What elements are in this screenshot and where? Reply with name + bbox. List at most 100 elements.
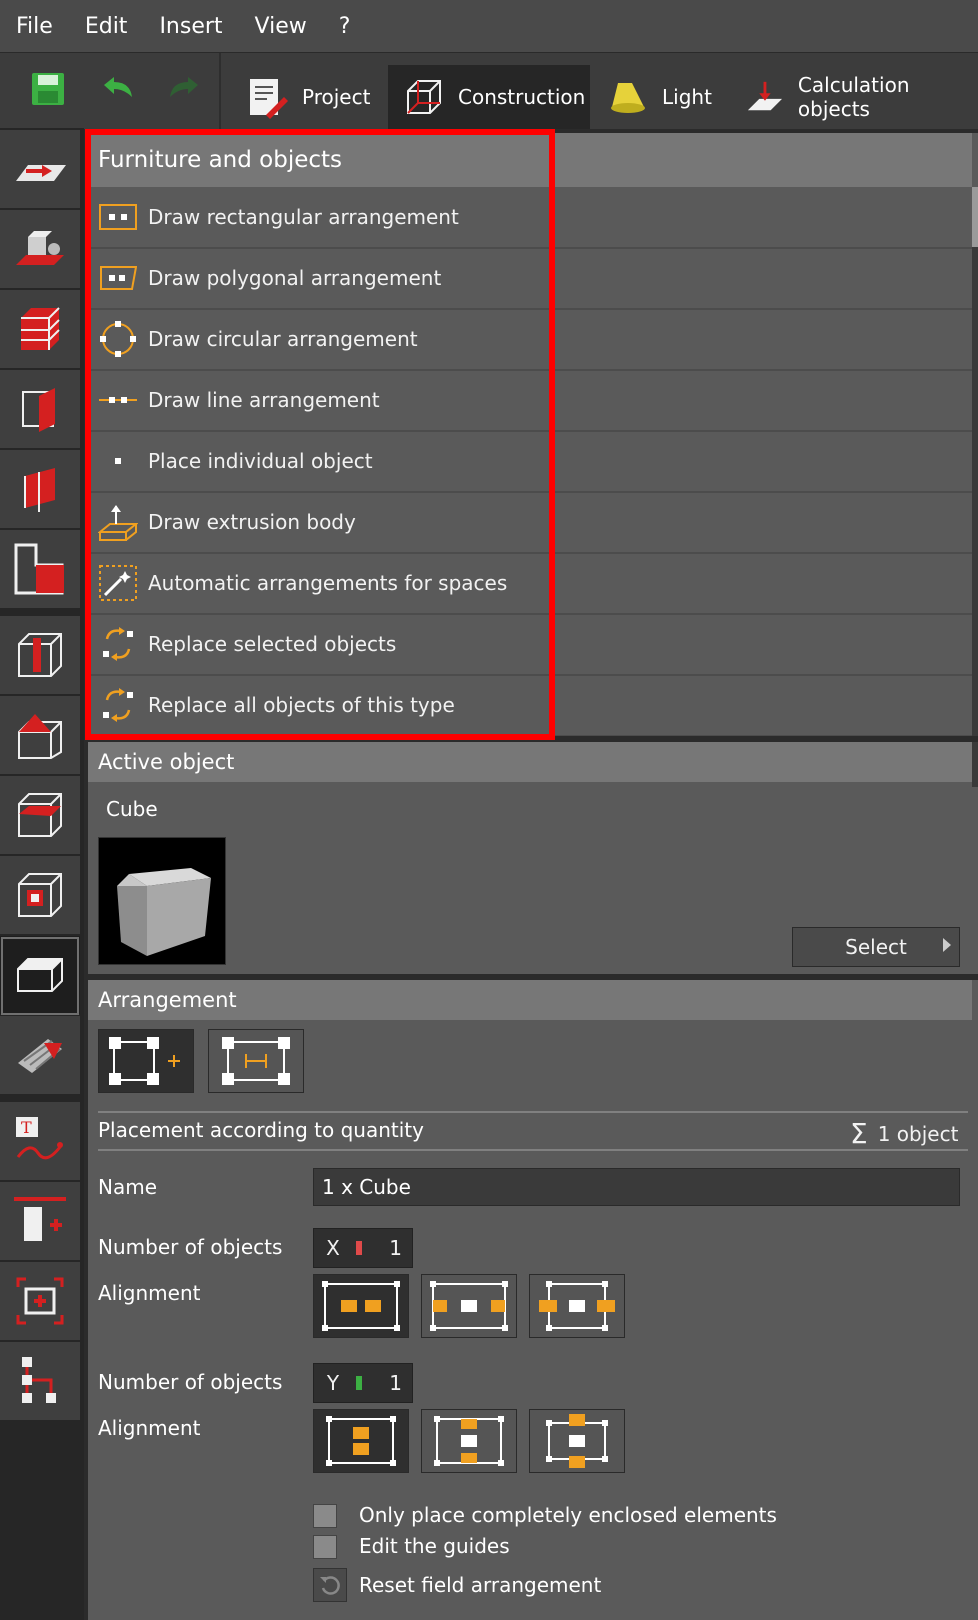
list-item-automatic-arrangements[interactable]: Automatic arrangements for spaces xyxy=(88,553,972,615)
divider xyxy=(98,1111,968,1113)
reset-field-button[interactable] xyxy=(313,1568,347,1602)
reset-field-label: Reset field arrangement xyxy=(359,1573,602,1597)
sidebar-window-button[interactable] xyxy=(0,856,80,936)
text-line-icon: T xyxy=(16,1117,63,1160)
tab-construction-label: Construction xyxy=(458,85,586,109)
align-y-center-button[interactable] xyxy=(313,1409,409,1473)
sidebar-furniture-button[interactable] xyxy=(0,936,80,1016)
list-scrollbar-thumb[interactable] xyxy=(972,187,978,247)
sidebar-objects-button[interactable] xyxy=(0,210,80,290)
project-icon xyxy=(250,79,288,119)
y-axis-indicator xyxy=(356,1376,362,1390)
align-overlap-icon xyxy=(539,1281,615,1331)
name-input[interactable]: 1 x Cube xyxy=(313,1168,960,1206)
select-button[interactable]: Select xyxy=(792,927,960,967)
y-axis-label: Y xyxy=(326,1371,340,1395)
list-item-replace-all[interactable]: Replace all objects of this type xyxy=(88,675,972,737)
sidebar-insert-button[interactable] xyxy=(0,1182,80,1262)
sidebar-text-button[interactable]: T xyxy=(0,1102,80,1182)
menu-edit[interactable]: Edit xyxy=(69,14,144,39)
enclosed-elements-checkbox[interactable] xyxy=(313,1504,337,1528)
individual-object-icon xyxy=(115,458,121,464)
list-item-label: Draw circular arrangement xyxy=(148,327,418,351)
circular-arrangement-icon xyxy=(100,321,136,357)
sidebar-cutout-button[interactable] xyxy=(0,530,80,610)
object-preview xyxy=(98,837,226,965)
number-of-objects-x-input[interactable]: X 1 xyxy=(313,1228,413,1268)
furniture-section-header: Furniture and objects xyxy=(88,133,972,187)
arrangement-title: Arrangement xyxy=(98,988,237,1012)
tab-calculation-objects[interactable]: Calculation objects xyxy=(746,65,978,129)
tab-calculation-objects-label: Calculation objects xyxy=(797,73,910,121)
roof-icon xyxy=(18,714,62,759)
objects-icon xyxy=(16,231,64,265)
active-object-header: Active object xyxy=(88,742,972,782)
list-item-line-arrangement[interactable]: Draw line arrangement xyxy=(88,370,972,432)
sidebar-storeys-button[interactable] xyxy=(0,290,80,370)
distance-arrangement-icon xyxy=(222,1037,290,1085)
tab-construction[interactable]: Construction xyxy=(388,65,590,129)
sum-icon: Σ xyxy=(850,1117,868,1150)
list-scrollbar[interactable] xyxy=(972,187,978,787)
sidebar-room-button[interactable] xyxy=(0,130,80,210)
sidebar-roof-button[interactable] xyxy=(0,696,80,776)
align-y-edge-button[interactable] xyxy=(421,1409,517,1473)
tab-light-label: Light xyxy=(662,85,712,109)
divider xyxy=(98,1149,968,1151)
save-button[interactable] xyxy=(30,71,70,111)
cutout-icon xyxy=(14,543,64,595)
hierarchy-icon xyxy=(22,1357,56,1403)
sidebar-column-button[interactable] xyxy=(0,616,80,696)
sidebar-ceiling-button[interactable] xyxy=(0,776,80,856)
menu-help[interactable]: ? xyxy=(323,14,367,39)
menu-insert[interactable]: Insert xyxy=(143,14,238,39)
edit-guides-label: Edit the guides xyxy=(359,1534,510,1558)
menu-file[interactable]: File xyxy=(0,14,69,39)
active-object-name: Cube xyxy=(106,797,158,821)
list-item-rectangular-arrangement[interactable]: Draw rectangular arrangement xyxy=(88,187,972,249)
sidebar-door-button[interactable] xyxy=(0,450,80,530)
list-item-extrusion-body[interactable]: Draw extrusion body xyxy=(88,492,972,554)
list-item-label: Draw rectangular arrangement xyxy=(148,205,459,229)
sidebar-stairs-button[interactable] xyxy=(0,1016,80,1096)
chevron-right-icon xyxy=(943,938,951,952)
align-y-overlap-button[interactable] xyxy=(529,1409,625,1473)
align-x-center-button[interactable] xyxy=(313,1274,409,1338)
ceiling-icon xyxy=(18,793,62,837)
undo-button[interactable] xyxy=(98,71,138,111)
construction-icon xyxy=(407,80,441,114)
list-item-circular-arrangement[interactable]: Draw circular arrangement xyxy=(88,309,972,371)
redo-button[interactable] xyxy=(164,71,204,111)
quantity-arrangement-icon xyxy=(109,1037,180,1085)
sidebar-wall-button[interactable] xyxy=(0,370,80,450)
align-x-overlap-button[interactable] xyxy=(529,1274,625,1338)
tab-project[interactable]: Project xyxy=(244,65,384,129)
tab-project-label: Project xyxy=(302,85,371,109)
list-item-label: Automatic arrangements for spaces xyxy=(148,571,508,595)
list-item-label: Replace selected objects xyxy=(148,632,397,656)
list-item-polygonal-arrangement[interactable]: Draw polygonal arrangement xyxy=(88,248,972,310)
list-item-label: Draw line arrangement xyxy=(148,388,380,412)
list-item-individual-object[interactable]: Place individual object xyxy=(88,431,972,493)
placement-by-quantity-button[interactable] xyxy=(98,1029,194,1093)
name-label: Name xyxy=(98,1175,158,1199)
undo-icon xyxy=(104,77,132,97)
save-icon xyxy=(32,73,64,105)
sidebar-fit-button[interactable] xyxy=(0,1262,80,1342)
placement-by-distance-button[interactable] xyxy=(208,1029,304,1093)
number-of-objects-x-label: Number of objects xyxy=(98,1235,283,1259)
number-of-objects-y-input[interactable]: Y 1 xyxy=(313,1363,413,1403)
storeys-icon xyxy=(21,307,60,350)
list-item-label: Draw polygonal arrangement xyxy=(148,266,442,290)
menu-view[interactable]: View xyxy=(239,14,323,39)
calculation-objects-icon xyxy=(747,81,783,111)
sidebar-hierarchy-button[interactable] xyxy=(0,1342,80,1422)
edit-guides-checkbox[interactable] xyxy=(313,1535,337,1559)
light-icon xyxy=(611,83,645,113)
reset-icon xyxy=(320,1576,340,1595)
tab-light[interactable]: Light xyxy=(608,65,718,129)
replace-all-icon xyxy=(103,688,133,722)
align-vertical-overlap-icon xyxy=(546,1414,608,1468)
list-item-replace-selected[interactable]: Replace selected objects xyxy=(88,614,972,676)
align-x-edge-button[interactable] xyxy=(421,1274,517,1338)
